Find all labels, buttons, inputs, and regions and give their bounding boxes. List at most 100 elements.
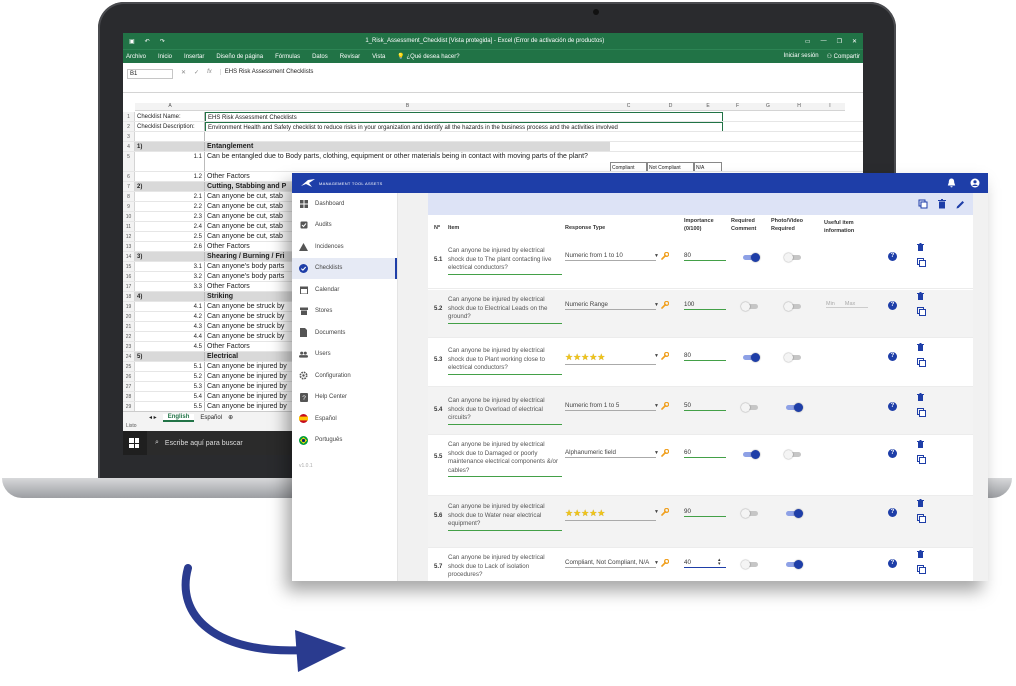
- row-number[interactable]: 9: [123, 202, 135, 211]
- response-type-select[interactable]: ★★★★★: [565, 508, 656, 521]
- maximize-icon[interactable]: ❐: [837, 38, 842, 45]
- cell-a[interactable]: 5.1: [135, 362, 205, 371]
- function-icon[interactable]: fx: [207, 69, 212, 75]
- dropdown-arrow-icon[interactable]: ▼: [654, 302, 659, 308]
- row-number[interactable]: 28: [123, 392, 135, 401]
- cell-a[interactable]: 2.1: [135, 192, 205, 201]
- item-text-input[interactable]: Can anyone be injured by electrical shoc…: [448, 247, 562, 275]
- item-text-input[interactable]: Can anyone be injured by electrical shoc…: [448, 554, 562, 581]
- row-number[interactable]: 24: [123, 352, 135, 361]
- cell-a[interactable]: 4.5: [135, 342, 205, 351]
- duplicate-row-icon[interactable]: [917, 408, 926, 417]
- row-number[interactable]: 6: [123, 172, 135, 181]
- dropdown-arrow-icon[interactable]: ▼: [654, 403, 659, 409]
- redo-icon[interactable]: ↷: [160, 38, 165, 45]
- cell-a[interactable]: 5.5: [135, 402, 205, 411]
- wrench-icon[interactable]: [661, 251, 670, 262]
- cell-a[interactable]: 3.3: [135, 282, 205, 291]
- photo-video-toggle[interactable]: [785, 560, 803, 569]
- row-number[interactable]: 8: [123, 192, 135, 201]
- cell-a[interactable]: 4.1: [135, 302, 205, 311]
- delete-row-icon[interactable]: [917, 292, 924, 300]
- photo-video-toggle[interactable]: [784, 302, 803, 311]
- duplicate-row-icon[interactable]: [917, 358, 926, 367]
- cell-a[interactable]: 3): [135, 252, 205, 261]
- cell-a[interactable]: 4.2: [135, 312, 205, 321]
- close-icon[interactable]: ✕: [852, 38, 857, 45]
- sidebar-item-configuration[interactable]: Configuration: [292, 365, 397, 387]
- wrench-icon[interactable]: [661, 507, 670, 518]
- row-number[interactable]: 2: [123, 122, 135, 131]
- column-header[interactable]: B: [205, 103, 610, 111]
- row-number[interactable]: 22: [123, 332, 135, 341]
- undo-icon[interactable]: ↶: [145, 38, 150, 45]
- tell-me-search[interactable]: 💡 ¿Qué desea hacer?: [397, 53, 459, 60]
- row-number[interactable]: 5: [123, 152, 135, 171]
- ribbon-tab[interactable]: Archivo: [126, 54, 146, 60]
- cell-a[interactable]: 4.3: [135, 322, 205, 331]
- sidebar-item-incidences[interactable]: Incidences: [292, 236, 397, 258]
- required-comment-toggle[interactable]: [742, 353, 760, 362]
- delete-row-icon[interactable]: [917, 499, 924, 507]
- photo-video-toggle[interactable]: [785, 403, 803, 412]
- help-icon[interactable]: ?: [888, 559, 897, 568]
- min-max-range[interactable]: Min Max: [826, 301, 868, 308]
- row-number[interactable]: 3: [123, 132, 135, 141]
- cell-b[interactable]: Environment Health and Safety checklist …: [205, 122, 723, 131]
- row-number[interactable]: 10: [123, 212, 135, 221]
- duplicate-row-icon[interactable]: [917, 455, 926, 464]
- dropdown-arrow-icon[interactable]: ▼: [654, 253, 659, 259]
- response-type-select[interactable]: ★★★★★: [565, 352, 656, 365]
- dropdown-arrow-icon[interactable]: ▼: [654, 450, 659, 456]
- edit-pencil-icon[interactable]: [956, 200, 965, 209]
- required-comment-toggle[interactable]: [741, 509, 760, 518]
- cell-a[interactable]: Checklist Name:: [135, 112, 205, 121]
- row-number[interactable]: 21: [123, 322, 135, 331]
- photo-video-toggle[interactable]: [784, 253, 803, 262]
- sidebar-item-dashboard[interactable]: Dashboard: [292, 193, 397, 215]
- row-number[interactable]: 17: [123, 282, 135, 291]
- minimize-icon[interactable]: —: [821, 38, 827, 44]
- photo-video-toggle[interactable]: [784, 450, 803, 459]
- ribbon-tab[interactable]: Vista: [372, 54, 385, 60]
- dropdown-arrow-icon[interactable]: ▼: [654, 353, 659, 359]
- delete-row-icon[interactable]: [917, 243, 924, 251]
- sidebar-item-calendar[interactable]: Calendar: [292, 279, 397, 301]
- row-number[interactable]: 20: [123, 312, 135, 321]
- photo-video-toggle[interactable]: [785, 509, 803, 518]
- name-box[interactable]: B1: [127, 69, 173, 79]
- add-sheet-icon[interactable]: ⊕: [228, 414, 233, 421]
- ribbon-tab[interactable]: Insertar: [184, 54, 204, 60]
- delete-row-icon[interactable]: [917, 550, 924, 558]
- tab-prev-icon[interactable]: ◂ ▸: [149, 414, 157, 421]
- help-icon[interactable]: ?: [888, 352, 897, 361]
- row-number[interactable]: 4: [123, 142, 135, 151]
- column-header[interactable]: F: [722, 103, 753, 111]
- required-comment-toggle[interactable]: [741, 302, 760, 311]
- importance-input[interactable]: 100: [684, 301, 726, 310]
- sidebar-item-help-center[interactable]: ? Help Center: [292, 387, 397, 409]
- cell-a[interactable]: [135, 132, 205, 141]
- cell-a[interactable]: 5.4: [135, 392, 205, 401]
- cell-a[interactable]: 5.3: [135, 382, 205, 391]
- response-type-select[interactable]: Numeric Range: [565, 301, 656, 310]
- cancel-icon[interactable]: ✕: [181, 69, 186, 76]
- wrench-icon[interactable]: [661, 448, 670, 459]
- max-input[interactable]: Max: [845, 301, 855, 307]
- cell-a[interactable]: 1.2: [135, 172, 205, 181]
- bell-icon[interactable]: [947, 178, 956, 188]
- item-text-input[interactable]: Can anyone be injured by electrical shoc…: [448, 296, 562, 324]
- delete-row-icon[interactable]: [917, 440, 924, 448]
- cell-a[interactable]: 5.2: [135, 372, 205, 381]
- photo-video-toggle[interactable]: [784, 353, 803, 362]
- duplicate-row-icon[interactable]: [917, 258, 926, 267]
- item-text-input[interactable]: Can anyone be injured by electrical shoc…: [448, 347, 562, 375]
- sidebar-item-espa-ol[interactable]: Español: [292, 408, 397, 430]
- sidebar-item-checklists[interactable]: Checklists: [292, 257, 397, 279]
- cell-a[interactable]: 1.1: [135, 152, 205, 171]
- min-input[interactable]: Min: [826, 301, 835, 307]
- sheet-tab-espanol[interactable]: Español: [200, 415, 222, 421]
- account-icon[interactable]: [970, 178, 980, 188]
- column-header[interactable]: I: [815, 103, 845, 111]
- help-icon[interactable]: ?: [888, 252, 897, 261]
